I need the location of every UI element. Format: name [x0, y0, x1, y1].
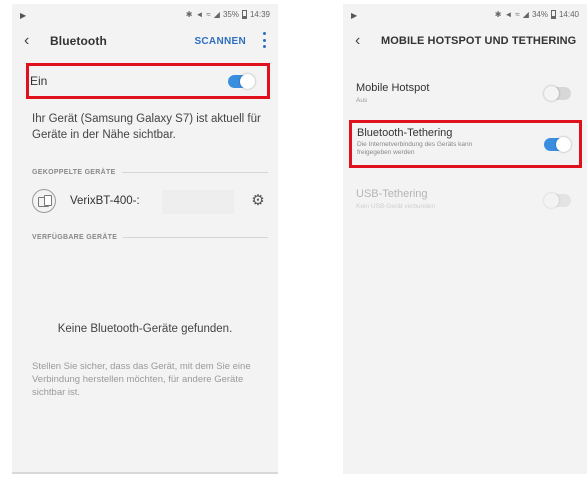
- scan-button[interactable]: SCANNEN: [194, 36, 246, 47]
- available-devices-header: VERFÜGBARE GERÄTE: [32, 234, 268, 241]
- notification-icon: ▶: [351, 11, 358, 20]
- page-title: Bluetooth: [50, 34, 107, 48]
- bluetooth-settings-screen: ▶ ✱ ◄ ≈ ◢ 35% 14:39 ‹ Bluetooth SCANNEN …: [12, 4, 278, 474]
- bluetooth-status-icon: ✱: [494, 10, 502, 19]
- usb-tethering-switch: [544, 193, 571, 208]
- status-bar: ▶ ✱ ◄ ≈ ◢ 35% 14:39: [12, 4, 278, 26]
- more-options-icon[interactable]: [262, 32, 266, 48]
- item-title: Mobile Hotspot: [356, 82, 430, 94]
- item-title: USB-Tethering: [356, 188, 428, 200]
- no-devices-message: Keine Bluetooth-Geräte gefunden.: [57, 323, 233, 335]
- signal-icon: ◢: [522, 10, 529, 19]
- battery-icon: [241, 10, 247, 19]
- bluetooth-status-icon: ✱: [185, 10, 193, 19]
- item-subtitle: Kein USB-Gerät verbunden: [356, 203, 436, 210]
- mute-icon: ◄: [195, 10, 204, 19]
- redacted-area: [162, 190, 234, 214]
- status-bar: ▶ ✱ ◄ ≈ ◢ 34% 14:40: [343, 4, 587, 26]
- clock: 14:39: [249, 10, 270, 19]
- wifi-icon: ≈: [515, 10, 520, 19]
- usb-tethering-row: USB-Tethering Kein USB-Gerät verbunden: [343, 186, 587, 216]
- item-subtitle: Aus: [356, 97, 368, 104]
- mobile-hotspot-switch[interactable]: [544, 86, 571, 101]
- battery-percent: 34%: [531, 10, 548, 19]
- clock: 14:40: [558, 10, 579, 19]
- hotspot-tethering-screen: ▶ ✱ ◄ ≈ ◢ 34% 14:40 ‹ MOBILE HOTSPOT UND…: [343, 4, 587, 474]
- wifi-icon: ≈: [206, 10, 211, 19]
- gear-icon[interactable]: ⚙: [250, 193, 266, 209]
- mute-icon: ◄: [504, 10, 513, 19]
- battery-icon: [550, 10, 556, 19]
- visibility-hint: Stellen Sie sicher, dass das Gerät, mit …: [32, 361, 251, 398]
- paired-devices-header: GEKOPPELTE GERÄTE: [32, 169, 268, 176]
- back-arrow-icon[interactable]: ‹: [24, 33, 38, 49]
- page-title: MOBILE HOTSPOT UND TETHERING: [381, 35, 577, 47]
- notification-icon: ▶: [20, 11, 27, 20]
- mobile-hotspot-row[interactable]: Mobile Hotspot Aus: [343, 78, 587, 108]
- device-name: VerixBT-400-:: [70, 195, 140, 207]
- paired-device-row[interactable]: VerixBT-400-: ⚙: [32, 188, 268, 218]
- highlight-box: [26, 63, 270, 99]
- device-icon: [32, 189, 56, 213]
- app-bar: ‹ Bluetooth SCANNEN: [12, 26, 278, 56]
- app-bar: ‹ MOBILE HOTSPOT UND TETHERING: [343, 26, 587, 56]
- back-arrow-icon[interactable]: ‹: [355, 33, 369, 49]
- battery-percent: 35%: [222, 10, 239, 19]
- visibility-description: Ihr Gerät (Samsung Galaxy S7) ist aktuel…: [32, 113, 261, 141]
- highlight-box: [349, 120, 582, 168]
- signal-icon: ◢: [213, 10, 220, 19]
